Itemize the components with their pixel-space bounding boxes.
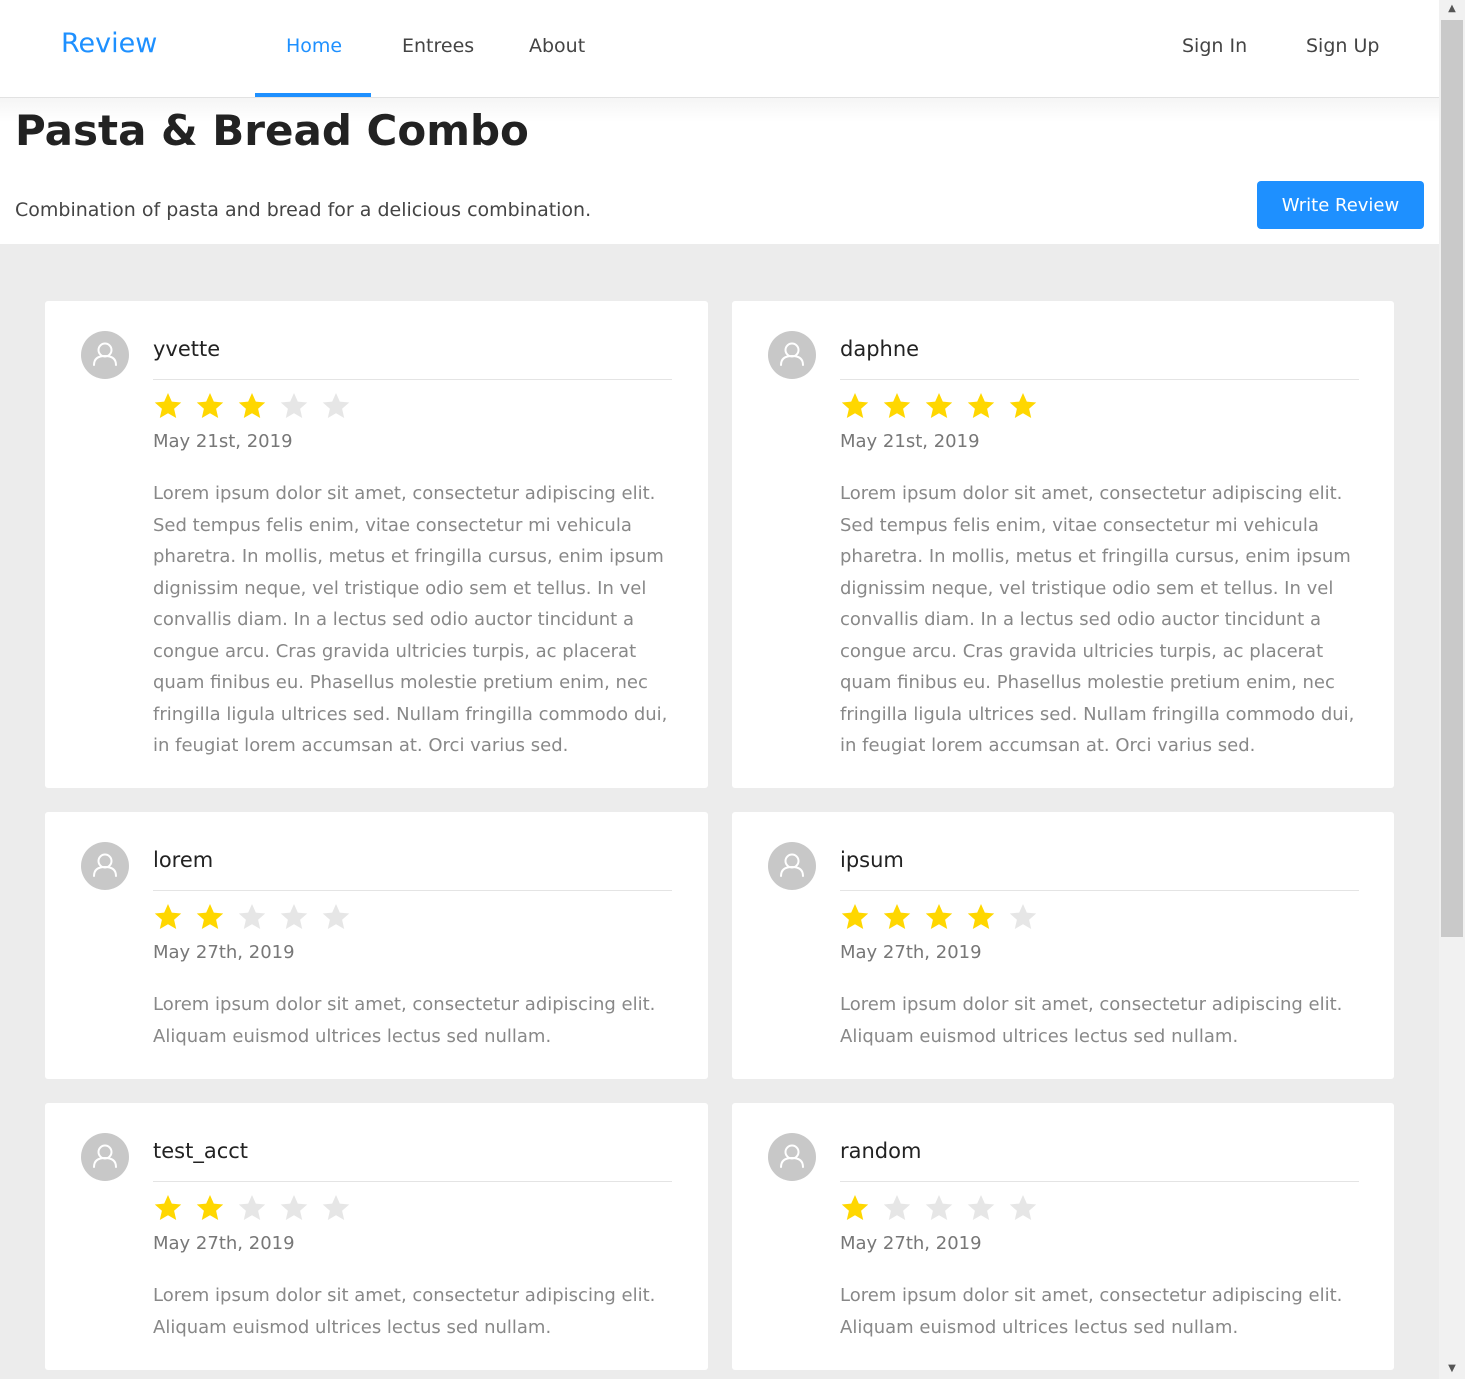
- star-filled-icon: [966, 902, 1008, 932]
- sign-up-link[interactable]: Sign Up: [1306, 35, 1379, 57]
- review-text: Lorem ipsum dolor sit amet, consectetur …: [840, 1285, 1343, 1338]
- star-filled-icon: [237, 391, 279, 421]
- avatar: [768, 1133, 816, 1181]
- nav-link-entrees[interactable]: Entrees: [402, 35, 474, 57]
- star-rating: [153, 1193, 363, 1223]
- review-card: test_acct May 27th, 2019 Lorem ipsum dolor…: [45, 1103, 708, 1370]
- review-author: test_acct: [153, 1139, 249, 1163]
- star-filled-icon: [195, 902, 237, 932]
- review-date: May 21st, 2019: [840, 431, 980, 452]
- star-filled-icon: [882, 391, 924, 421]
- nav-link-about[interactable]: About: [529, 35, 585, 57]
- review-card: daphne May 21st, 2019 Lorem ipsum dolor si…: [732, 301, 1394, 788]
- star-filled-icon: [195, 391, 237, 421]
- review-text: Lorem ipsum dolor sit amet, consectetur …: [840, 483, 1355, 756]
- star-filled-icon: [195, 1193, 237, 1223]
- user-icon: [780, 853, 804, 877]
- review-card: random May 27th, 2019 Lorem ipsum dolor si…: [732, 1103, 1394, 1370]
- star-empty-icon: [279, 1193, 321, 1223]
- review-author: daphne: [840, 337, 920, 361]
- star-filled-icon: [840, 902, 882, 932]
- review-text: Lorem ipsum dolor sit amet, consectetur …: [840, 994, 1343, 1047]
- top-navbar: Review Home Entrees About Sign In Sign U…: [0, 0, 1439, 98]
- review-author: random: [840, 1139, 922, 1163]
- review-divider: [840, 379, 1359, 380]
- review-author: yvette: [153, 337, 221, 361]
- page-title: Pasta & Bread Combo: [15, 106, 529, 155]
- review-date: May 27th, 2019: [153, 942, 295, 963]
- scroll-down-arrow-icon[interactable]: ▼: [1439, 1360, 1465, 1378]
- avatar: [81, 1133, 129, 1181]
- user-icon: [93, 342, 117, 366]
- star-rating: [153, 391, 363, 421]
- review-card: yvette May 21st, 2019 Lorem ipsum dolor si…: [45, 301, 708, 788]
- brand-logo-link[interactable]: Review: [61, 28, 157, 59]
- star-rating: [840, 391, 1050, 421]
- avatar: [81, 331, 129, 379]
- user-icon: [93, 853, 117, 877]
- review-card: ipsum May 27th, 2019 Lorem ipsum dolor sit…: [732, 812, 1394, 1079]
- star-filled-icon: [153, 1193, 195, 1223]
- star-rating: [153, 902, 363, 932]
- avatar: [768, 842, 816, 890]
- star-empty-icon: [321, 902, 363, 932]
- review-author: lorem: [153, 848, 214, 872]
- star-filled-icon: [840, 1193, 882, 1223]
- user-icon: [93, 1144, 117, 1168]
- review-text: Lorem ipsum dolor sit amet, consectetur …: [153, 994, 656, 1047]
- star-empty-icon: [279, 391, 321, 421]
- star-empty-icon: [321, 391, 363, 421]
- star-rating: [840, 1193, 1050, 1223]
- star-filled-icon: [924, 391, 966, 421]
- star-empty-icon: [237, 902, 279, 932]
- star-filled-icon: [882, 902, 924, 932]
- sign-in-link[interactable]: Sign In: [1182, 35, 1247, 57]
- star-filled-icon: [153, 902, 195, 932]
- avatar: [81, 842, 129, 890]
- review-date: May 27th, 2019: [840, 942, 982, 963]
- star-empty-icon: [1008, 902, 1050, 932]
- scroll-up-arrow-icon[interactable]: ▲: [1439, 0, 1465, 18]
- review-text: Lorem ipsum dolor sit amet, consectetur …: [153, 1285, 656, 1338]
- star-empty-icon: [924, 1193, 966, 1223]
- star-filled-icon: [840, 391, 882, 421]
- review-date: May 27th, 2019: [840, 1233, 982, 1254]
- star-empty-icon: [279, 902, 321, 932]
- review-date: May 21st, 2019: [153, 431, 293, 452]
- star-filled-icon: [924, 902, 966, 932]
- star-filled-icon: [153, 391, 195, 421]
- star-empty-icon: [882, 1193, 924, 1223]
- star-empty-icon: [966, 1193, 1008, 1223]
- avatar: [768, 331, 816, 379]
- review-divider: [153, 379, 672, 380]
- nav-link-home[interactable]: Home: [286, 35, 342, 57]
- review-divider: [840, 890, 1359, 891]
- star-empty-icon: [321, 1193, 363, 1223]
- review-card: lorem May 27th, 2019 Lorem ipsum dolor sit…: [45, 812, 708, 1079]
- review-author: ipsum: [840, 848, 904, 872]
- star-filled-icon: [1008, 391, 1050, 421]
- star-filled-icon: [966, 391, 1008, 421]
- star-rating: [840, 902, 1050, 932]
- write-review-button[interactable]: Write Review: [1257, 181, 1424, 229]
- active-tab-indicator: [255, 93, 371, 97]
- star-empty-icon: [1008, 1193, 1050, 1223]
- user-icon: [780, 1144, 804, 1168]
- review-divider: [840, 1181, 1359, 1182]
- user-icon: [780, 342, 804, 366]
- review-text: Lorem ipsum dolor sit amet, consectetur …: [153, 483, 668, 756]
- review-divider: [153, 1181, 672, 1182]
- entree-header: Pasta & Bread Combo Combination of pasta…: [0, 98, 1439, 244]
- review-divider: [153, 890, 672, 891]
- review-date: May 27th, 2019: [153, 1233, 295, 1254]
- page-scrollbar[interactable]: ▲ ▼: [1439, 0, 1465, 1379]
- scrollbar-thumb[interactable]: [1441, 20, 1463, 937]
- star-empty-icon: [237, 1193, 279, 1223]
- entree-description: Combination of pasta and bread for a del…: [15, 199, 592, 221]
